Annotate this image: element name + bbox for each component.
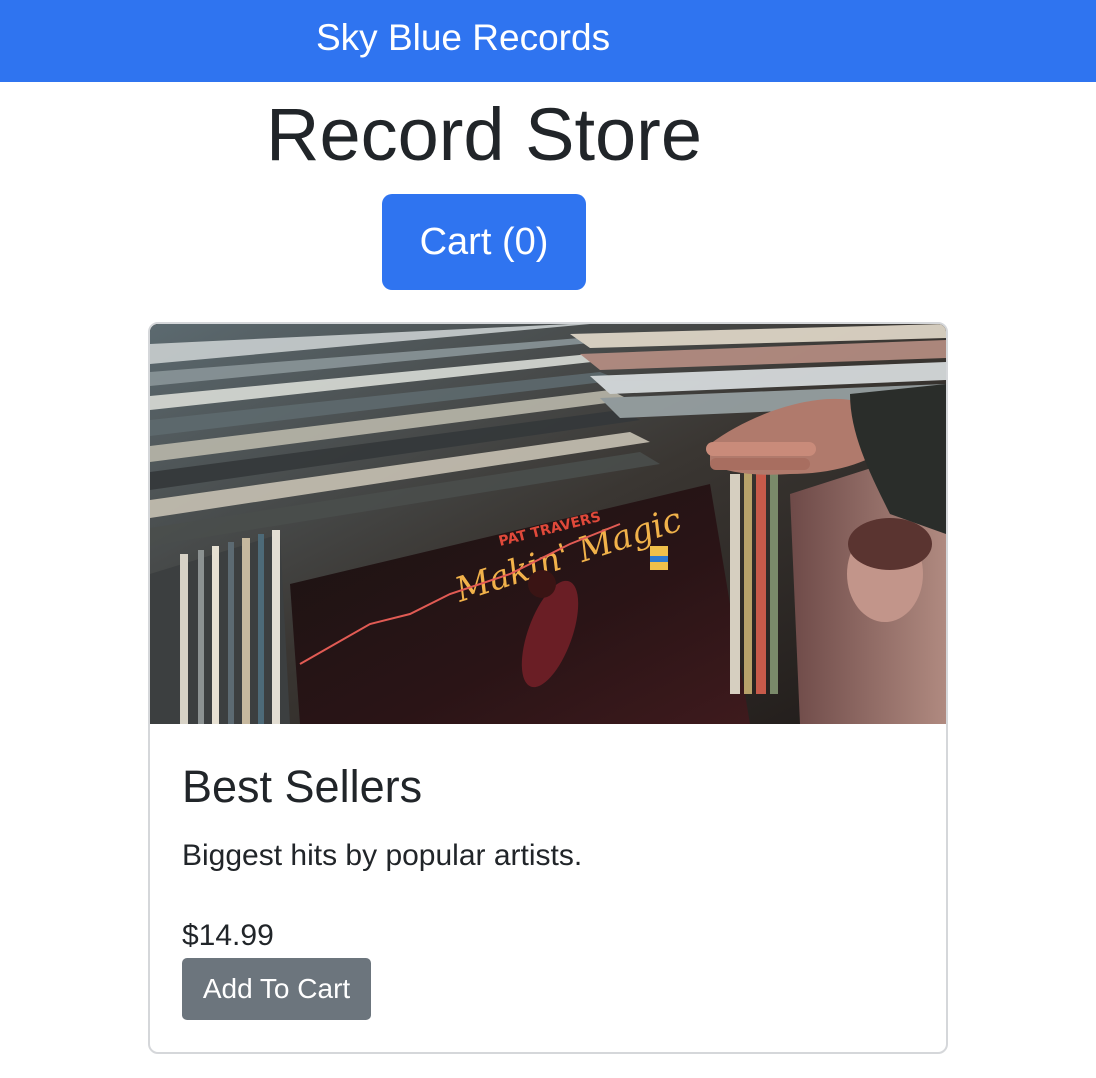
record-crate-photo: PAT TRAVERS Makin' Magic	[150, 324, 946, 724]
add-to-cart-button[interactable]: Add To Cart	[182, 958, 371, 1020]
cart-button[interactable]: Cart (0)	[382, 194, 586, 290]
product-title: Best Sellers	[182, 761, 423, 812]
page-title: Record Store	[266, 93, 702, 176]
product-price: $14.99	[182, 919, 274, 952]
brand-link[interactable]: Sky Blue Records	[316, 14, 610, 62]
navbar: Sky Blue Records	[0, 0, 1096, 82]
product-description: Biggest hits by popular artists.	[182, 839, 583, 872]
record-crate-image: PAT TRAVERS Makin' Magic	[150, 324, 946, 724]
product-card: PAT TRAVERS Makin' Magic Best Sellers Bi…	[148, 322, 948, 1054]
